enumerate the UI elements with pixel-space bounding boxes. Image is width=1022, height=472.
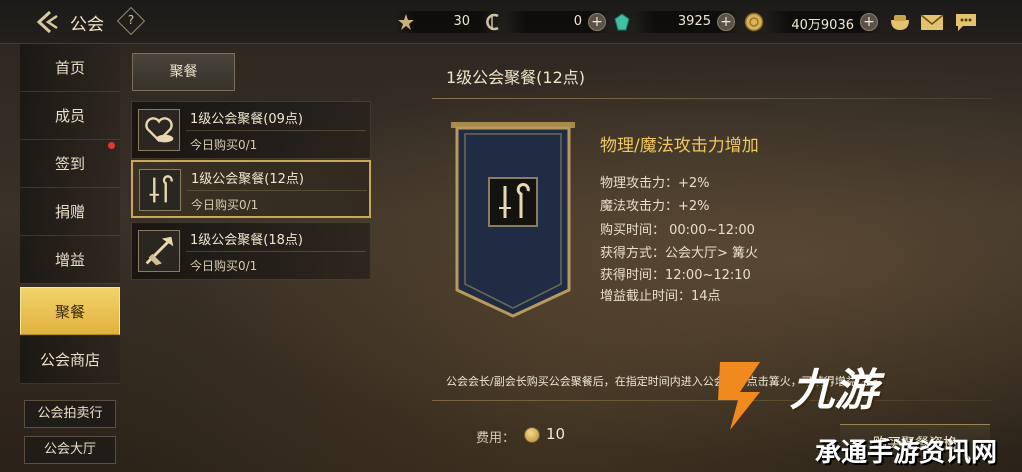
- add-gold-button[interactable]: +: [860, 13, 878, 31]
- heart-food-icon: [138, 109, 180, 151]
- top-bar: 公会 ? 30 0 + 3925 + 40万9036 +: [0, 0, 1022, 44]
- nav-item-home[interactable]: 首页: [20, 44, 120, 92]
- sidebar-nav: 首页 成员 签到 捐赠 增益 聚餐 公会商店 公会拍卖行 公会大厅: [18, 44, 122, 472]
- resource-crescent: 0 +: [505, 11, 610, 33]
- divider: [186, 251, 366, 252]
- nav-item-auction[interactable]: 公会拍卖行: [24, 400, 116, 428]
- chat-icon[interactable]: [954, 12, 978, 32]
- tab-feast[interactable]: 聚餐: [132, 53, 235, 91]
- meal-name: 1级公会聚餐(18点): [190, 233, 303, 248]
- bag-icon[interactable]: [888, 12, 912, 32]
- nav-item-feast[interactable]: 聚餐: [20, 287, 120, 335]
- notification-dot: [108, 142, 115, 149]
- watermark-brand: 九游: [790, 365, 878, 416]
- watermark-url: 承通手游资讯网: [815, 438, 998, 468]
- mail-icon[interactable]: [920, 12, 944, 32]
- cost-value: 10: [546, 425, 566, 443]
- resource-star-value: 30: [453, 14, 470, 29]
- info-magic-attack: 魔法攻击力：+2%: [600, 199, 710, 214]
- help-icon: ?: [127, 12, 135, 27]
- nav-item-buff[interactable]: 增益: [20, 236, 120, 284]
- info-obtain-time: 获得时间：12:00~12:10: [600, 268, 751, 283]
- divider: [186, 130, 366, 131]
- green-gem-icon: [614, 13, 630, 31]
- meal-purchase-count: 今日购买0/1: [191, 198, 259, 212]
- back-arrow-icon[interactable]: [34, 9, 60, 35]
- divider: [187, 190, 367, 191]
- nav-item-guild-hall[interactable]: 公会大厅: [24, 436, 116, 464]
- nav-item-checkin[interactable]: 签到: [20, 140, 120, 188]
- info-physical-attack: 物理攻击力：+2%: [600, 176, 710, 191]
- crescent-currency-icon: [486, 13, 499, 31]
- info-purchase-time: 购买时间： 00:00~12:00: [600, 223, 755, 238]
- resource-gem-value: 3925: [677, 14, 711, 29]
- star-badge-icon: [398, 14, 414, 30]
- info-obtain-method: 获得方式：公会大厅> 篝火: [600, 246, 759, 261]
- meal-item-18[interactable]: 1级公会聚餐(18点) 今日购买0/1: [131, 222, 371, 280]
- resource-star: 30: [395, 11, 500, 33]
- axe-weapon-icon: [138, 230, 180, 272]
- divider: [432, 98, 992, 99]
- help-button[interactable]: ?: [116, 6, 146, 36]
- banner-emblem: [451, 122, 575, 318]
- meal-item-12[interactable]: 1级公会聚餐(12点) 今日购买0/1: [131, 160, 371, 218]
- nav-item-members[interactable]: 成员: [20, 92, 120, 140]
- resource-gold-value: 40万9036: [791, 18, 854, 33]
- coin-icon: [524, 427, 540, 443]
- resource-gold: 40万9036 +: [766, 11, 882, 33]
- sword-staff-icon: [139, 169, 181, 211]
- gold-coin-icon: [744, 12, 764, 32]
- meal-item-09[interactable]: 1级公会聚餐(09点) 今日购买0/1: [131, 101, 371, 159]
- add-crescent-button[interactable]: +: [588, 13, 606, 31]
- nav-item-guild-shop[interactable]: 公会商店: [20, 336, 120, 384]
- meal-name: 1级公会聚餐(09点): [190, 112, 303, 127]
- add-gem-button[interactable]: +: [717, 13, 735, 31]
- meal-purchase-count: 今日购买0/1: [190, 138, 258, 152]
- nav-item-donate[interactable]: 捐赠: [20, 188, 120, 236]
- detail-title: 1级公会聚餐(12点): [446, 68, 586, 87]
- meal-name: 1级公会聚餐(12点): [191, 172, 304, 187]
- buff-title: 物理/魔法攻击力增加: [600, 136, 759, 156]
- meal-purchase-count: 今日购买0/1: [190, 259, 258, 273]
- resource-gem: 3925 +: [634, 11, 739, 33]
- page-title: 公会: [70, 15, 104, 35]
- resource-crescent-value: 0: [573, 14, 582, 29]
- info-buff-end-time: 增益截止时间：14点: [600, 289, 721, 304]
- cost-label: 费用：: [476, 431, 516, 446]
